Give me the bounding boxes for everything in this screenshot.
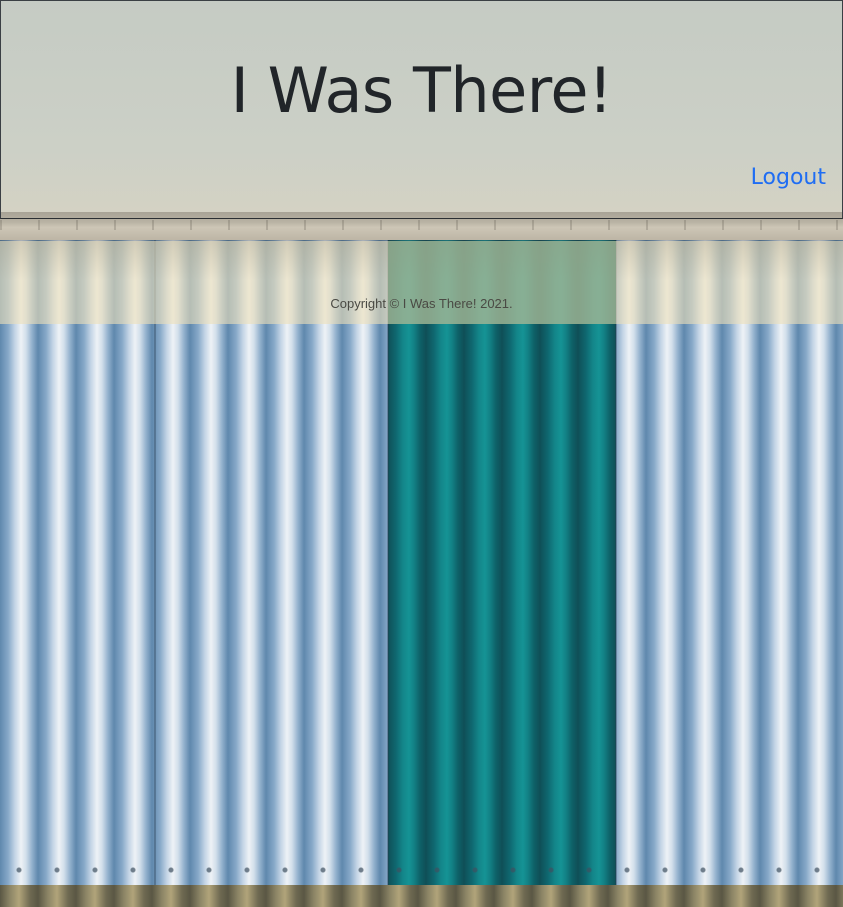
background-panel-seam [615,240,617,885]
copyright-text: Copyright © I Was There! 2021. [330,296,513,311]
site-header: I Was There! Logout [0,0,843,219]
logout-link[interactable]: Logout [751,163,826,193]
background-rivets [0,866,843,874]
site-title: I Was There! [230,54,613,127]
background-panel-seam [154,240,156,885]
background-ground [0,885,843,907]
page: I Was There! Logout Copyright © I Was Th… [0,0,843,907]
background-panel-seam [387,240,389,885]
background-teal-panel [388,240,616,885]
